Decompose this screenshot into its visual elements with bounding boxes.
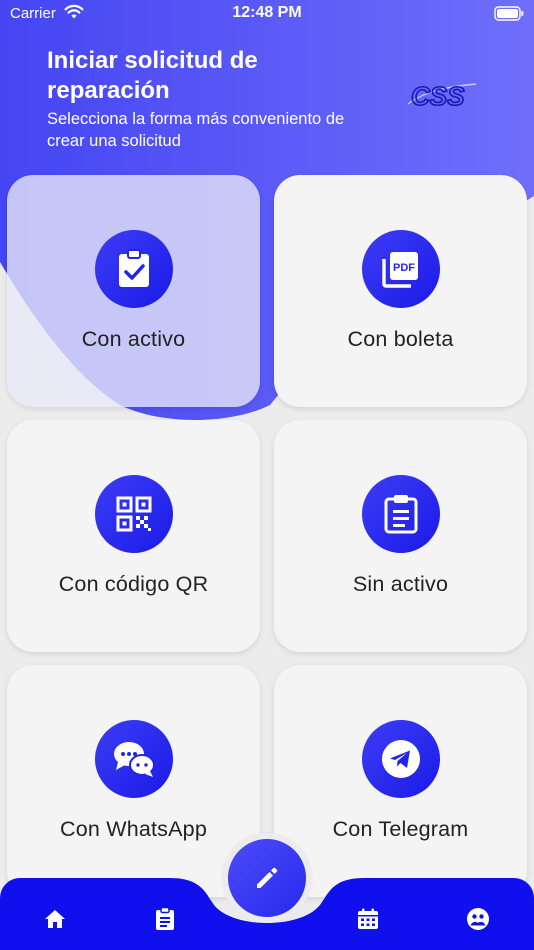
nav-requests[interactable] [135, 883, 195, 950]
page-subtitle: Selecciona la forma más conveniento de c… [47, 110, 345, 150]
battery-icon [494, 6, 524, 21]
option-label: Con boleta [347, 327, 454, 351]
option-icon-circle [362, 475, 440, 553]
page-title: Iniciar solicitud de reparación [47, 47, 258, 104]
option-label: Con activo [81, 327, 186, 351]
option-con-codigo-qr[interactable]: Con código QR [7, 420, 260, 652]
nav-calendar[interactable] [338, 883, 398, 950]
option-icon-circle: PDF [362, 230, 440, 308]
option-icon-circle [95, 230, 173, 308]
svg-text:PDF: PDF [393, 262, 415, 274]
option-label: Con Telegram [332, 817, 469, 841]
option-icon-circle [95, 475, 173, 553]
option-con-telegram[interactable]: Con Telegram [274, 665, 527, 897]
option-label: Sin activo [352, 572, 449, 596]
clipboard-check-icon [119, 249, 149, 287]
option-icon-circle [95, 720, 173, 798]
logo-text: CSS [411, 81, 465, 110]
telegram-icon [382, 740, 420, 778]
option-con-whatsapp[interactable]: Con WhatsApp [7, 665, 260, 897]
chat-bubbles-icon [114, 742, 155, 777]
clipboard-list-icon [384, 495, 418, 534]
new-request-fab[interactable] [222, 833, 312, 923]
clipboard-icon [156, 907, 174, 930]
nav-home[interactable] [25, 883, 85, 950]
option-label: Con WhatsApp [59, 817, 207, 841]
page-header: Iniciar solicitud de reparación Seleccio… [47, 46, 377, 152]
pencil-icon [257, 867, 278, 888]
pdf-file-icon: PDF [382, 252, 418, 288]
clock: 12:48 PM [232, 4, 302, 21]
status-bar: Carrier 12:48 PM [0, 0, 534, 28]
option-con-activo[interactable]: Con activo [7, 175, 260, 407]
calendar-icon [358, 908, 378, 929]
home-icon [45, 910, 65, 928]
option-icon-circle [362, 720, 440, 798]
nav-profile[interactable] [448, 883, 508, 950]
option-label: Con código QR [58, 572, 209, 596]
option-sin-activo[interactable]: Sin activo [274, 420, 527, 652]
qr-code-icon [116, 496, 152, 532]
option-con-boleta[interactable]: PDF Con boleta [274, 175, 527, 407]
company-logo: CSS [407, 80, 477, 110]
profile-icon [467, 908, 489, 930]
